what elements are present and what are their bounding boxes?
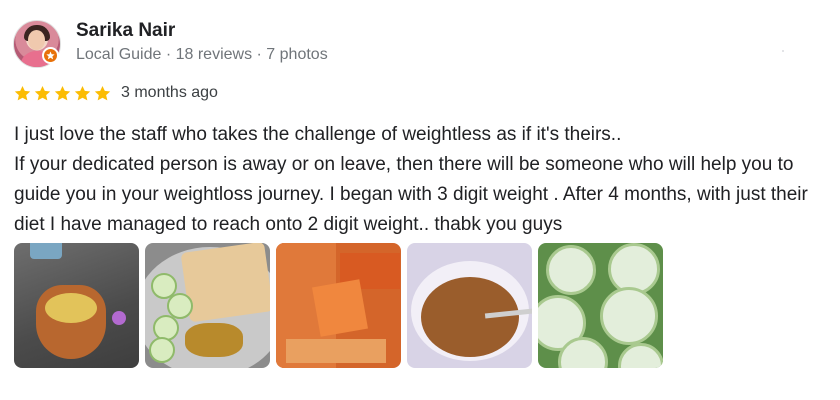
photo-detail [421, 277, 519, 357]
photo-detail [286, 339, 386, 363]
photo-detail [180, 243, 270, 323]
photo-detail [112, 311, 126, 325]
photo-detail [45, 293, 97, 323]
star-icon [74, 85, 91, 101]
star-icon [34, 85, 51, 101]
photo-detail [618, 343, 663, 368]
more-options-icon[interactable] [782, 50, 784, 52]
photo-cucumber-slices[interactable] [538, 243, 663, 368]
reviewer-name[interactable]: Sarika Nair [76, 20, 175, 42]
review-text: I just love the staff who takes the chal… [14, 124, 808, 235]
star-rating [13, 84, 112, 103]
reviewer-meta: Local Guide · 18 reviews · 7 photos [76, 46, 328, 63]
star-icon [14, 85, 31, 101]
photo-detail [312, 279, 368, 337]
photo-roti-cucumber-sabzi[interactable] [145, 243, 270, 368]
photo-clay-pot-drink[interactable] [14, 243, 139, 368]
avatar-face [28, 30, 45, 50]
photo-detail [30, 243, 62, 259]
photo-detail [546, 245, 596, 295]
photo-papaya-slices[interactable] [276, 243, 401, 368]
photo-soup-bowl[interactable] [407, 243, 532, 368]
star-icon [94, 85, 111, 101]
review-date: 3 months ago [121, 84, 218, 101]
review-card: Sarika Nair Local Guide · 18 reviews · 7… [0, 0, 840, 400]
photo-detail [600, 287, 658, 345]
review-photos [14, 243, 663, 368]
photo-detail [149, 337, 175, 363]
photo-detail [185, 323, 243, 357]
star-icon [54, 85, 71, 101]
local-guide-badge-icon [42, 47, 59, 64]
